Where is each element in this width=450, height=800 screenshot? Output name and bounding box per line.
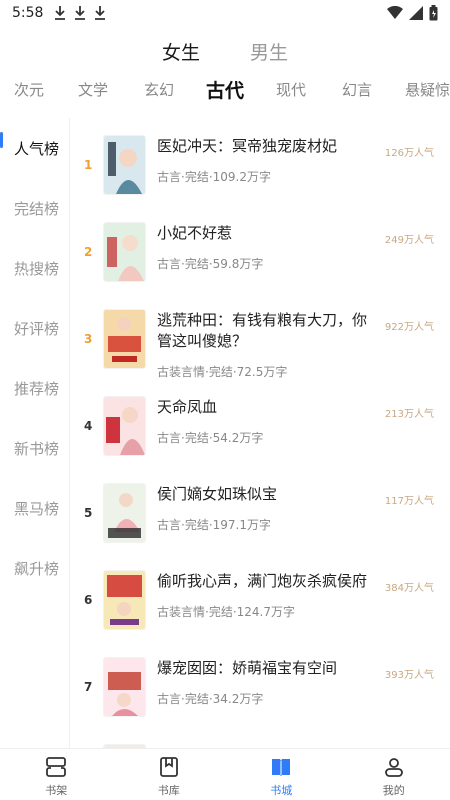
status-bar: 5:58 bbox=[0, 0, 450, 26]
tab-huanyan[interactable]: 幻言 bbox=[324, 79, 390, 100]
list-item[interactable]: 5 侯门嫡女如珠似宝 古言·完结·197.1万字 117万人气 bbox=[72, 470, 450, 557]
nav-label: 我的 bbox=[382, 784, 405, 797]
book-title[interactable]: 医妃冲天：冥帝独宠废材妃 bbox=[157, 136, 377, 157]
tab-xiandai[interactable]: 现代 bbox=[258, 79, 324, 100]
tab-ciyuan[interactable]: 次元 bbox=[0, 79, 60, 100]
tab-wenxue[interactable]: 文学 bbox=[60, 79, 126, 100]
book-title[interactable]: 小妃不好惹 bbox=[157, 223, 377, 244]
tab-xuanyi[interactable]: 悬疑惊悚 bbox=[390, 79, 450, 100]
status-icons bbox=[387, 5, 438, 21]
book-meta: 古言·完结·197.1万字 bbox=[157, 518, 271, 532]
sidebar-item-hot-search[interactable]: 热搜榜 bbox=[0, 238, 69, 298]
battery-icon bbox=[429, 5, 438, 21]
nav-label: 书城 bbox=[270, 784, 293, 797]
book-meta: 古言·完结·59.8万字 bbox=[157, 257, 264, 271]
list-item[interactable]: 3 逃荒种田：有钱有粮有大刀，你管这叫傻媳？ 古装言情·完结·72.5万字 92… bbox=[72, 296, 450, 383]
tab-female[interactable]: 女生 bbox=[162, 38, 200, 65]
rank-number: 7 bbox=[84, 680, 93, 694]
book-title[interactable]: 偷听我心声，满门炮灰杀疯侯府 bbox=[157, 571, 377, 592]
book-meta: 古装言情·完结·124.7万字 bbox=[157, 605, 295, 619]
book-cover[interactable] bbox=[104, 310, 145, 368]
profile-icon bbox=[384, 758, 403, 777]
bookshelf-icon bbox=[46, 757, 67, 777]
book-list: 1 医妃冲天：冥帝独宠废材妃 古言·完结·109.2万字 126万人气 2 小妃… bbox=[72, 122, 450, 750]
sidebar-item-completed[interactable]: 完结榜 bbox=[0, 178, 69, 238]
rank-number: 1 bbox=[84, 158, 93, 172]
book-cover[interactable] bbox=[104, 223, 145, 281]
category-tabs: 次元 文学 玄幻 古代 现代 幻言 悬疑惊悚 bbox=[0, 72, 450, 106]
book-cover[interactable] bbox=[104, 571, 145, 629]
ranking-sidebar: 人气榜 完结榜 热搜榜 好评榜 推荐榜 新书榜 黑马榜 飙升榜 bbox=[0, 118, 70, 750]
sidebar-item-top-rated[interactable]: 好评榜 bbox=[0, 298, 69, 358]
rank-number: 6 bbox=[84, 593, 93, 607]
list-item[interactable]: 2 小妃不好惹 古言·完结·59.8万字 249万人气 bbox=[72, 209, 450, 296]
book-meta: 古装言情·完结·72.5万字 bbox=[157, 365, 288, 379]
tab-gudai[interactable]: 古代 bbox=[192, 76, 258, 103]
sidebar-item-new[interactable]: 新书榜 bbox=[0, 418, 69, 478]
tab-xuanhuan[interactable]: 玄幻 bbox=[126, 79, 192, 100]
sidebar-item-dark-horse[interactable]: 黑马榜 bbox=[0, 478, 69, 538]
popularity-count: 393万人气 bbox=[384, 670, 434, 681]
book-cover[interactable] bbox=[104, 658, 145, 716]
book-title[interactable]: 逃荒种田：有钱有粮有大刀，你管这叫傻媳？ bbox=[157, 310, 377, 352]
nav-label: 书架 bbox=[45, 784, 68, 797]
popularity-count: 922万人气 bbox=[384, 322, 434, 333]
book-meta: 古言·完结·54.2万字 bbox=[157, 431, 264, 445]
nav-profile[interactable]: 我的 bbox=[338, 749, 450, 800]
rank-number: 3 bbox=[84, 332, 93, 346]
book-cover[interactable] bbox=[104, 484, 145, 542]
nav-label: 书库 bbox=[157, 784, 180, 797]
nav-bookstore[interactable]: 书城 bbox=[225, 749, 338, 800]
popularity-count: 126万人气 bbox=[384, 148, 434, 159]
rank-number: 2 bbox=[84, 245, 93, 259]
popularity-count: 384万人气 bbox=[384, 583, 434, 594]
book-title[interactable]: 侯门嫡女如珠似宝 bbox=[157, 484, 377, 505]
bookstore-icon bbox=[272, 759, 291, 776]
book-title[interactable]: 天命凤血 bbox=[157, 397, 377, 418]
book-title[interactable]: 爆宠囡囡：娇萌福宝有空间 bbox=[157, 658, 377, 679]
tab-male[interactable]: 男生 bbox=[250, 38, 288, 65]
book-cover[interactable] bbox=[104, 397, 145, 455]
download-icon bbox=[55, 6, 66, 20]
sidebar-item-recommended[interactable]: 推荐榜 bbox=[0, 358, 69, 418]
rank-number: 5 bbox=[84, 506, 93, 520]
sidebar-item-rising[interactable]: 飙升榜 bbox=[0, 538, 69, 598]
status-time: 5:58 bbox=[12, 5, 44, 21]
nav-bookshelf[interactable]: 书架 bbox=[0, 749, 113, 800]
list-item[interactable]: 6 偷听我心声，满门炮灰杀疯侯府 古装言情·完结·124.7万字 384万人气 bbox=[72, 557, 450, 644]
gender-tabs: 女生 男生 bbox=[0, 34, 450, 68]
sidebar-item-popular[interactable]: 人气榜 bbox=[0, 118, 69, 178]
book-meta: 古言·完结·34.2万字 bbox=[157, 692, 264, 706]
list-item[interactable]: 4 天命凤血 古言·完结·54.2万字 213万人气 bbox=[72, 383, 450, 470]
download-icon bbox=[75, 6, 86, 20]
wifi-icon bbox=[387, 6, 403, 19]
list-item[interactable]: 7 爆宠囡囡：娇萌福宝有空间 古言·完结·34.2万字 393万人气 bbox=[72, 644, 450, 731]
bottom-nav: 书架 书库 书城 我的 bbox=[0, 748, 450, 800]
nav-library[interactable]: 书库 bbox=[113, 749, 226, 800]
popularity-count: 249万人气 bbox=[384, 235, 434, 246]
rank-number: 4 bbox=[84, 419, 93, 433]
list-item[interactable]: 1 医妃冲天：冥帝独宠废材妃 古言·完结·109.2万字 126万人气 bbox=[72, 122, 450, 209]
book-meta: 古言·完结·109.2万字 bbox=[157, 170, 271, 184]
book-cover[interactable] bbox=[104, 136, 145, 194]
popularity-count: 117万人气 bbox=[384, 496, 434, 507]
library-icon bbox=[159, 757, 178, 777]
download-icon bbox=[95, 6, 106, 20]
signal-icon bbox=[409, 6, 423, 20]
popularity-count: 213万人气 bbox=[384, 409, 434, 420]
